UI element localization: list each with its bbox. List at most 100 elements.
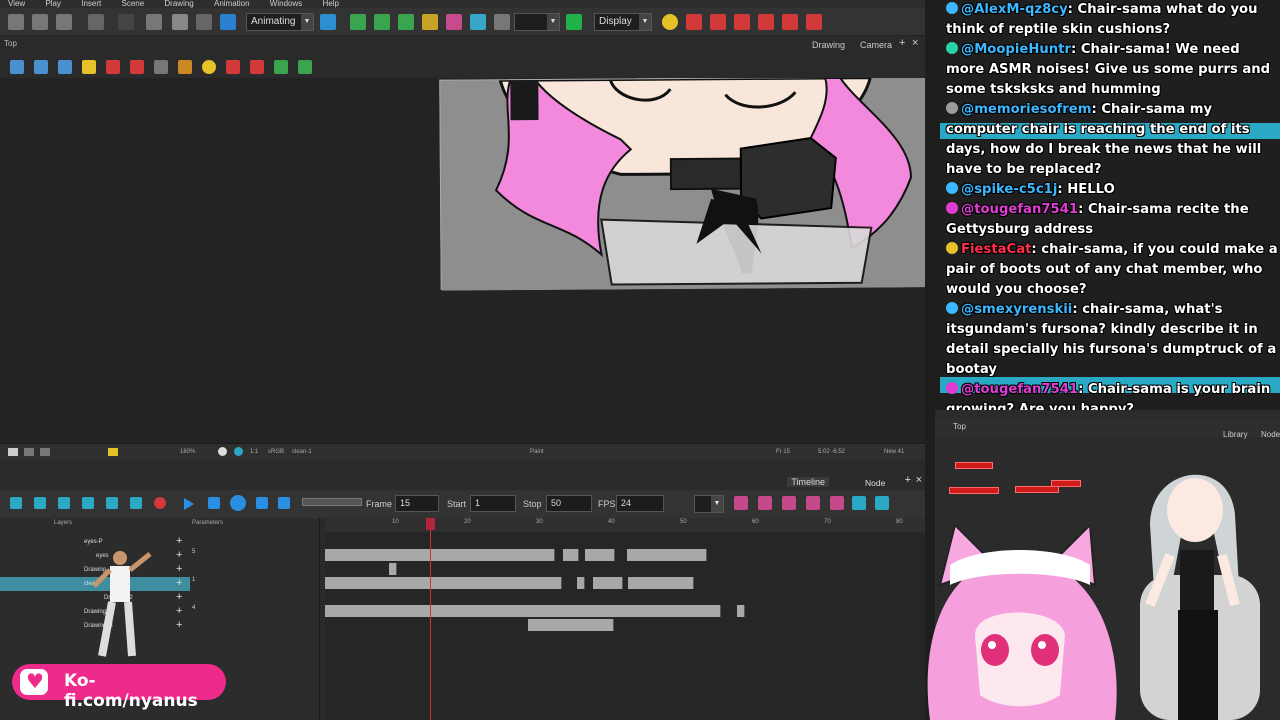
light-table-icon[interactable] xyxy=(40,448,50,456)
track-drawing-3[interactable] xyxy=(325,619,925,631)
cut-icon[interactable] xyxy=(146,14,162,30)
camera-icon[interactable] xyxy=(875,496,889,510)
menu-windows[interactable]: Windows xyxy=(270,0,302,8)
fps-field[interactable]: 24 xyxy=(616,495,664,512)
blank-select[interactable]: ▼ xyxy=(514,13,560,31)
brush-icon[interactable] xyxy=(130,60,144,74)
add-view-icon[interactable]: + xyxy=(899,37,905,49)
cutter-icon[interactable] xyxy=(58,60,72,74)
add-icon[interactable]: + xyxy=(176,563,182,576)
paste-icon[interactable] xyxy=(196,14,212,30)
add-icon[interactable]: + xyxy=(176,619,182,632)
menu-play[interactable]: Play xyxy=(45,0,61,8)
tab-node[interactable]: Node xyxy=(1261,430,1280,439)
playhead[interactable] xyxy=(430,518,431,720)
tab-library[interactable]: Library xyxy=(1223,430,1247,439)
play-selection-icon[interactable] xyxy=(208,497,220,509)
drawing-substitution-icon[interactable] xyxy=(82,497,94,509)
record-icon[interactable] xyxy=(154,497,166,509)
scene-settings-icon[interactable] xyxy=(56,14,72,30)
brush-preset-icon[interactable] xyxy=(220,14,236,30)
exposure-cell[interactable] xyxy=(593,577,623,589)
pencil-icon[interactable] xyxy=(154,60,168,74)
key-icon[interactable] xyxy=(758,14,774,30)
menu-insert[interactable]: Insert xyxy=(81,0,101,8)
key-icon[interactable] xyxy=(782,14,798,30)
undo-icon[interactable] xyxy=(88,14,104,30)
onion-skin-icon[interactable] xyxy=(106,60,120,74)
layer-row[interactable]: eyes-P + xyxy=(0,535,190,549)
timeline-tracks[interactable]: 10 20 30 40 50 60 70 80 xyxy=(325,518,925,720)
sound-scrub-icon[interactable] xyxy=(278,497,290,509)
drawing-viewport[interactable] xyxy=(0,78,925,443)
transform-icon[interactable] xyxy=(34,60,48,74)
redo-icon[interactable] xyxy=(118,14,134,30)
play-icon[interactable] xyxy=(184,498,194,510)
mode-select[interactable]: Animating ▼ xyxy=(246,13,314,31)
close-icon[interactable]: × xyxy=(912,37,918,49)
add-icon[interactable]: + xyxy=(176,549,182,562)
playhead-handle[interactable] xyxy=(426,518,435,530)
fill-icon[interactable] xyxy=(298,60,312,74)
grid-icon[interactable] xyxy=(24,448,34,456)
key-icon[interactable] xyxy=(710,14,726,30)
key-icon[interactable] xyxy=(734,14,750,30)
tab-drawing[interactable]: Drawing xyxy=(812,40,845,50)
kofi-banner[interactable]: Ko-fi.com/nyanus xyxy=(12,664,226,711)
tab-timeline[interactable]: Timeline xyxy=(787,477,829,487)
menu-view[interactable]: View xyxy=(8,0,25,8)
track-drawing-2[interactable] xyxy=(325,605,925,617)
playback-speed-slider[interactable] xyxy=(302,498,362,506)
key-icon[interactable] xyxy=(806,14,822,30)
track-clean[interactable] xyxy=(325,577,925,589)
node[interactable] xyxy=(1051,480,1081,487)
menu-animation[interactable]: Animation xyxy=(214,0,250,8)
exposure-cell[interactable] xyxy=(325,577,562,589)
node-tree-icon[interactable] xyxy=(398,14,414,30)
add-view-icon[interactable]: + xyxy=(905,474,911,486)
key-filter-icon[interactable] xyxy=(106,497,118,509)
exposure-cell[interactable] xyxy=(325,605,721,617)
lock-icon[interactable] xyxy=(82,60,96,74)
start-field[interactable]: 1 xyxy=(470,495,516,512)
node[interactable] xyxy=(1015,486,1059,493)
close-icon[interactable]: × xyxy=(916,474,922,486)
sound-icon[interactable] xyxy=(256,497,268,509)
loop-icon[interactable] xyxy=(230,495,246,511)
menu-scene[interactable]: Scene xyxy=(121,0,144,8)
select-icon[interactable] xyxy=(10,60,24,74)
node[interactable] xyxy=(949,487,999,494)
key-pose-icon[interactable] xyxy=(686,14,702,30)
drawing-icon[interactable] xyxy=(250,60,264,74)
pin-icon[interactable] xyxy=(130,497,142,509)
exposure-cell[interactable] xyxy=(528,619,614,631)
zoom-level[interactable]: 160% xyxy=(180,449,195,455)
rig-icon[interactable] xyxy=(350,14,366,30)
menu-drawing[interactable]: Drawing xyxy=(164,0,193,8)
exposure-cell[interactable] xyxy=(585,549,615,561)
exposure-cell[interactable] xyxy=(577,577,585,589)
paint-icon[interactable] xyxy=(274,60,288,74)
interpolation-select[interactable]: ▼ xyxy=(694,495,724,513)
hierarchy-icon[interactable] xyxy=(374,14,390,30)
frame-icon[interactable] xyxy=(422,14,438,30)
track-eyes[interactable] xyxy=(325,549,925,561)
exposure-cell[interactable] xyxy=(563,549,579,561)
image-icon[interactable] xyxy=(852,496,866,510)
frame-ruler[interactable]: 10 20 30 40 50 60 70 80 xyxy=(325,518,925,532)
add-icon[interactable]: + xyxy=(176,591,182,604)
menu-help[interactable]: Help xyxy=(322,0,338,8)
ease-in-icon[interactable] xyxy=(758,496,772,510)
stop-field[interactable]: 50 xyxy=(546,495,592,512)
onion-icon[interactable] xyxy=(10,497,22,509)
exposure-cell[interactable] xyxy=(389,563,397,575)
exposure-cell[interactable] xyxy=(627,549,707,561)
tab-camera[interactable]: Camera xyxy=(860,40,892,50)
frame-field[interactable]: 15 xyxy=(395,495,439,512)
save-icon[interactable] xyxy=(8,14,24,30)
reset-icon[interactable] xyxy=(494,14,510,30)
save-all-icon[interactable] xyxy=(32,14,48,30)
exposure-cell[interactable] xyxy=(325,549,555,561)
ease-out-icon[interactable] xyxy=(782,496,796,510)
color-wheel-icon[interactable] xyxy=(218,447,227,456)
